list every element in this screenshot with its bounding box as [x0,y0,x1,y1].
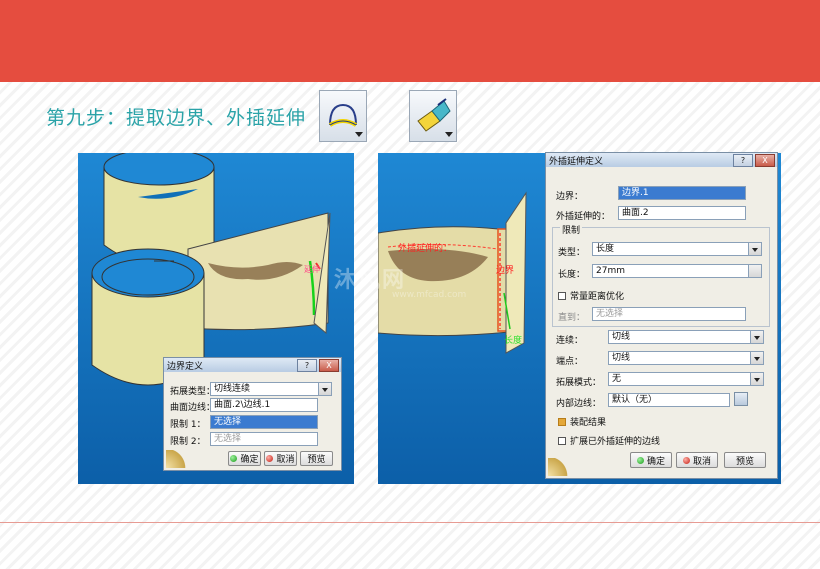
limit-group-label: 限制 [562,226,581,236]
ok-label: 确定 [240,455,259,465]
surface-edge-label: 曲面边线： [170,403,216,413]
close-button[interactable]: X [755,153,775,167]
continuity-select[interactable]: 切线 [608,330,764,344]
cancel-button[interactable]: 取消 [264,451,297,466]
ok-label: 确定 [646,456,665,467]
type-value: 长度 [596,244,615,254]
assemble-result-checkbox[interactable] [558,417,566,426]
continuity-value: 切线 [612,332,631,342]
propagation-mode-label: 拓展模式： [556,378,602,388]
footer-divider [0,522,820,523]
continuity-label: 连续： [556,336,584,346]
extrapolated-field[interactable]: 曲面.2 [618,206,746,220]
propagation-value: 切线连续 [214,384,251,394]
limit2-field[interactable]: 无选择 [210,432,318,446]
dialog-title: 外插延伸定义 [549,156,604,167]
catia-logo [166,450,192,468]
length-label: 长度： [558,270,586,280]
chevron-down-icon [754,378,760,382]
extrapolated-annotation: 外插延伸的： [398,244,453,254]
assemble-result-label: 装配结果 [570,418,607,428]
length-input[interactable]: 27mm [592,264,762,278]
close-button[interactable]: X [319,358,339,372]
limit2-label: 限制 2： [170,437,206,447]
catia-logo [548,458,574,476]
preview-button[interactable]: 预览 [724,452,766,468]
length-spinner[interactable] [748,265,761,277]
dialog-titlebar: 外插延伸定义 ? X [546,153,777,167]
boundary-label: 边界： [556,192,584,202]
chevron-down-icon [322,388,328,392]
chevron-down-icon [754,357,760,361]
ends-value: 切线 [612,353,631,363]
watermark-url: www.mfcad.com [392,290,467,300]
constant-distance-checkbox[interactable] [558,291,566,300]
boundary-annotation: 边界 [496,266,515,276]
cancel-icon [266,455,274,462]
cancel-label: 取消 [276,455,295,465]
length-annotation: 长度 [504,336,523,346]
left-annotation: 延伸 [304,265,320,274]
help-button[interactable]: ? [297,358,317,372]
boundary-field[interactable]: 边界.1 [618,186,746,200]
chevron-down-icon [752,248,758,252]
extrapolate-definition-dialog: 外插延伸定义 ? X 边界： 边界.1 外插延伸的： 曲面.2 限制 类型： 长… [545,152,778,479]
type-select[interactable]: 长度 [592,242,762,256]
ok-button[interactable]: 确定 [630,452,672,468]
length-value: 27mm [596,266,625,276]
extend-edges-checkbox[interactable] [558,436,566,445]
extend-edges-label: 扩展已外插延伸的边线 [570,437,661,447]
propagation-mode-value: 无 [612,374,622,384]
extrapolated-label: 外插延伸的： [556,212,611,222]
help-button[interactable]: ? [733,153,753,167]
boundary-definition-dialog: 边界定义 ? X 拓展类型： 切线连续 曲面边线： 曲面.2\边线.1 限制 1… [163,357,342,471]
cancel-icon [682,456,690,464]
internal-edges-label: 内部边线： [556,399,602,409]
propagation-select[interactable]: 切线连续 [210,382,332,396]
extrapolate-icon[interactable] [409,90,457,142]
dialog-titlebar: 边界定义 ? X [164,358,341,372]
up-to-label: 直到： [558,313,586,323]
ok-icon [636,456,644,464]
header-bar [0,0,820,82]
ends-select[interactable]: 切线 [608,351,764,365]
propagation-mode-select[interactable]: 无 [608,372,764,386]
ends-label: 端点： [556,357,584,367]
ok-button[interactable]: 确定 [228,451,261,466]
surface-edge-field[interactable]: 曲面.2\边线.1 [210,398,318,412]
limit1-label: 限制 1： [170,420,206,430]
up-to-field[interactable]: 无选择 [592,307,746,321]
boundary-icon[interactable] [319,90,367,142]
constant-distance-label: 常量距离优化 [570,292,625,302]
slide-title: 第九步：提取边界、外插延伸 [46,107,307,129]
edge-selection-icon[interactable] [734,392,748,406]
type-label: 类型： [558,248,586,258]
cancel-button[interactable]: 取消 [676,452,718,468]
propagation-label: 拓展类型： [170,387,216,397]
cancel-label: 取消 [692,456,711,467]
dialog-title: 边界定义 [167,361,204,372]
internal-edges-field[interactable]: 默认（无） [608,393,730,407]
preview-button[interactable]: 预览 [300,451,333,466]
chevron-down-icon [754,336,760,340]
ok-icon [230,455,238,462]
limit1-field[interactable]: 无选择 [210,415,318,429]
